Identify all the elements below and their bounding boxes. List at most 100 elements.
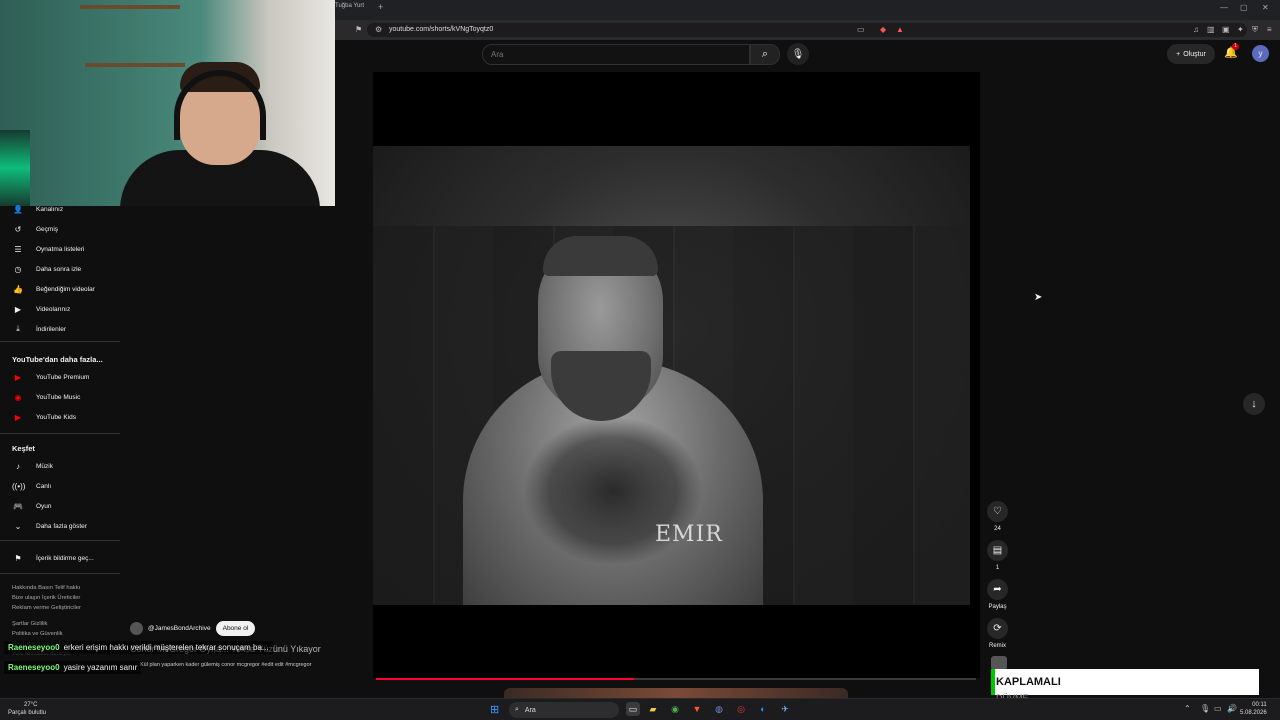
- wallet-icon[interactable]: ▣: [1222, 25, 1230, 34]
- watermark-text: EMIR: [655, 522, 723, 547]
- site-info-icon[interactable]: ⚙: [375, 25, 382, 34]
- volume-icon[interactable]: 🔊: [1227, 704, 1237, 713]
- taskbar-search[interactable]: ⌕ Ara: [509, 702, 619, 718]
- sidebar-item-daha-sonra-izle[interactable]: ◷ Daha sonra izle: [0, 260, 120, 278]
- channel-name[interactable]: @JamesBondArchive: [148, 625, 211, 632]
- next-short-preview[interactable]: [504, 688, 848, 698]
- minimize-icon[interactable]: —: [1220, 3, 1228, 12]
- chrome-icon[interactable]: ◉: [668, 702, 682, 716]
- taskbar-search-label: Ara: [524, 706, 536, 714]
- sidebar-item-daha-fazla-g-ster[interactable]: ⌄ Daha fazla göster: [0, 517, 120, 535]
- sidebar-item-label: Kanalınız: [36, 205, 64, 213]
- bookmark-icon[interactable]: ⚑: [355, 25, 362, 34]
- tray-chevron-icon[interactable]: ⌃: [1184, 704, 1191, 713]
- maximize-icon[interactable]: ▢: [1240, 3, 1248, 12]
- sidebar-item-label: Oynatma listeleri: [36, 245, 85, 253]
- heart-icon: ♡: [993, 506, 1002, 517]
- new-tab-button[interactable]: +: [378, 2, 383, 12]
- music-icon[interactable]: ♫: [1193, 25, 1199, 34]
- windows-start-icon[interactable]: ⊞: [490, 703, 499, 716]
- sidebar-item-i-erik-bildirme-ge[interactable]: ⚑ İçerik bildirme geç...: [0, 549, 120, 567]
- sidebar-item-youtube-premium[interactable]: ▶ YouTube Premium: [0, 368, 120, 386]
- avatar[interactable]: y: [1252, 45, 1269, 62]
- notifications-button[interactable]: 🔔 1: [1224, 43, 1239, 59]
- sidebar-item-be-endi-im-videolar[interactable]: 👍 Beğendiğim videolar: [0, 280, 120, 298]
- sidebar-item-canl[interactable]: ((•)) Canlı: [0, 477, 120, 495]
- sidebar-item-label: YouTube Premium: [36, 373, 90, 381]
- sidebar-item-label: Oyun: [36, 502, 52, 510]
- task-view-icon[interactable]: ▭: [626, 702, 640, 716]
- next-short-button[interactable]: ↓: [1243, 393, 1265, 415]
- sidebar-item-label: Canlı: [36, 482, 52, 490]
- sidebar-item-i-ndirilenler[interactable]: ⤓ İndirilenler: [0, 320, 120, 338]
- address-bar[interactable]: [367, 23, 1247, 37]
- footer-links[interactable]: Hakkında Basın Telif hakkı: [12, 583, 80, 593]
- section-heading-more[interactable]: YouTube'dan daha fazla...: [12, 355, 103, 364]
- sidebar-item-label: YouTube Kids: [36, 413, 76, 421]
- sidebar-item-oynatma-listeleri[interactable]: ☰ Oynatma listeleri: [0, 240, 120, 258]
- rewards-icon[interactable]: ▲: [896, 25, 904, 34]
- sidebar-item-label: İçerik bildirme geç...: [36, 554, 94, 562]
- shelf: [80, 5, 180, 9]
- footer-links[interactable]: Reklam verme Geliştiriciler: [12, 603, 81, 613]
- webcam-overlay: [0, 0, 335, 206]
- chat-text: erkeri erişim hakkı verildi müşterelen t…: [63, 643, 269, 652]
- search-button[interactable]: ⌕: [750, 44, 780, 65]
- chat-user: Raeneseyoo0: [8, 643, 60, 652]
- sound-thumbnail[interactable]: [991, 656, 1007, 670]
- action-label: Remix: [988, 643, 1006, 649]
- heart-button[interactable]: ♡: [987, 501, 1008, 522]
- obs-icon[interactable]: ◎: [734, 702, 748, 716]
- create-button[interactable]: + Oluştur: [1167, 44, 1215, 64]
- sidebar-item-videolar-n-z[interactable]: ▶ Videolarınız: [0, 300, 120, 318]
- edge-icon[interactable]: ◐: [756, 702, 770, 716]
- create-label: Oluştur: [1183, 50, 1206, 58]
- channel-avatar[interactable]: [130, 621, 143, 635]
- comment-button[interactable]: ▤: [987, 540, 1008, 561]
- cast-icon[interactable]: ▭: [857, 25, 865, 34]
- action-label: Paylaş: [988, 604, 1007, 610]
- sidebar-item-youtube-music[interactable]: ◉ YouTube Music: [0, 388, 120, 406]
- plus-icon: +: [1176, 50, 1181, 58]
- remix-button[interactable]: ⟳: [987, 618, 1008, 639]
- shelf: [85, 63, 185, 67]
- extensions-icon[interactable]: ✦: [1237, 25, 1244, 34]
- sidebar-icon[interactable]: ▥: [1207, 25, 1215, 34]
- brave-shield-icon[interactable]: ◆: [880, 25, 886, 34]
- search-input[interactable]: Ara: [482, 44, 750, 65]
- subscribe-button[interactable]: Abone ol: [215, 620, 256, 636]
- brave-icon[interactable]: ▼: [690, 702, 704, 716]
- sidebar-item-label: Geçmiş: [36, 225, 59, 233]
- sidebar-item-ge-mi[interactable]: ↺ Geçmiş: [0, 220, 120, 238]
- divider: [0, 341, 120, 342]
- video-progress-bar[interactable]: [376, 678, 976, 680]
- vpn-icon[interactable]: ⛨: [1252, 25, 1258, 35]
- fighter-hair: [543, 236, 658, 276]
- section-heading-explore[interactable]: Keşfet: [12, 444, 35, 453]
- voice-search-button[interactable]: 🎙: [787, 43, 809, 65]
- steam-icon[interactable]: ✈: [778, 702, 792, 716]
- close-icon[interactable]: ✕: [1262, 3, 1269, 12]
- sidebar-item-oyun[interactable]: 🎮 Oyun: [0, 497, 120, 515]
- weather-widget[interactable]: 27°C Parçalı bulutlu: [8, 701, 46, 717]
- video-description[interactable]: Kül plan yaparken kader gülemiş conor mc…: [140, 662, 312, 668]
- file-explorer-icon[interactable]: ▰: [646, 702, 660, 716]
- history-icon: ↺: [14, 224, 22, 234]
- network-icon[interactable]: ▭: [1214, 704, 1222, 713]
- yt-music-icon: ◉: [14, 392, 22, 402]
- sidebar-item-m-zik[interactable]: ♪ Müzik: [0, 457, 120, 475]
- footer-links[interactable]: Bize ulaşın İçerik Üreticiler: [12, 593, 80, 603]
- divider: [0, 433, 120, 434]
- sidebar-item-kanal-n-z[interactable]: 👤 Kanalınız: [0, 200, 120, 218]
- sidebar-item-label: İndirilenler: [36, 325, 66, 333]
- share-button[interactable]: ➦: [987, 579, 1008, 600]
- menu-icon[interactable]: ≡: [1267, 25, 1272, 34]
- sidebar-item-youtube-kids[interactable]: ▶ YouTube Kids: [0, 408, 120, 426]
- footer-links[interactable]: Politika ve Güvenlik: [12, 629, 63, 639]
- discord-icon[interactable]: ◍: [712, 702, 726, 716]
- url-text[interactable]: youtube.com/shorts/kVNgToyqtz0: [389, 26, 493, 33]
- mic-tray-icon[interactable]: 🎙: [1200, 704, 1210, 713]
- browser-tab[interactable]: Tuğba Yurt: [335, 3, 364, 9]
- footer-links[interactable]: Şartlar Gizlilik: [12, 619, 47, 629]
- clock[interactable]: 00:11 5.08.2026: [1240, 701, 1267, 717]
